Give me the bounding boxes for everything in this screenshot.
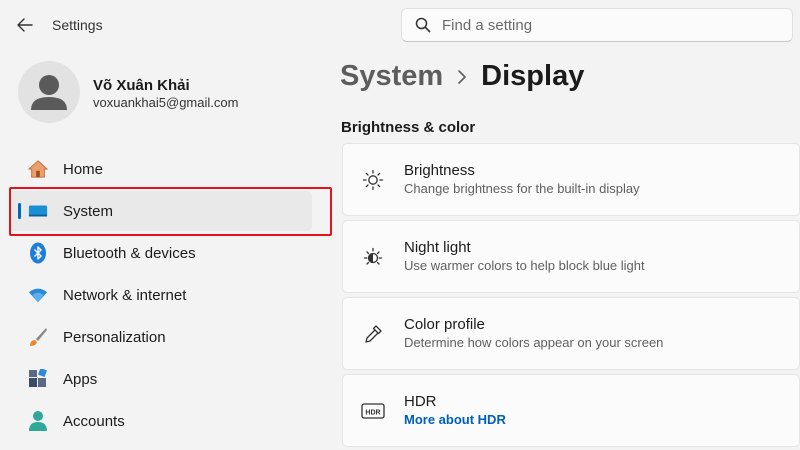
chevron-right-icon (457, 69, 467, 85)
color-profile-card[interactable]: Color profile Determine how colors appea… (342, 297, 800, 370)
app-title: Settings (52, 17, 103, 33)
sidebar-item-label: Home (63, 160, 104, 178)
page-title: Display (481, 60, 585, 92)
accounts-icon (28, 411, 48, 431)
sidebar-item-label: Bluetooth & devices (63, 244, 196, 262)
night-light-card[interactable]: Night light Use warmer colors to help bl… (342, 220, 800, 293)
apps-icon (28, 369, 48, 389)
sidebar-item-label: Apps (63, 370, 98, 388)
card-title: Brightness (404, 161, 475, 179)
title-bar: Settings (0, 0, 800, 52)
active-indicator (18, 203, 21, 219)
system-icon (28, 201, 48, 221)
sidebar-nav: Home System Bluetooth & devices Network … (10, 149, 312, 443)
back-arrow-icon (17, 18, 33, 32)
sidebar-item-label: System (63, 202, 114, 220)
sidebar-item-personalization[interactable]: Personalization (10, 317, 312, 357)
card-description: Determine how colors appear on your scre… (404, 334, 664, 350)
avatar[interactable] (18, 61, 80, 123)
more-about-hdr-link[interactable]: More about HDR (404, 411, 506, 429)
card-title: HDR (404, 392, 437, 410)
profile-email: voxuankhai5@gmail.com (93, 95, 239, 110)
profile-name: Võ Xuân Khải (93, 77, 190, 94)
sidebar-item-home[interactable]: Home (10, 149, 312, 189)
card-title: Color profile (404, 315, 485, 333)
card-description: Use warmer colors to help block blue lig… (404, 257, 645, 273)
breadcrumb-parent[interactable]: System (340, 60, 443, 93)
night-light-icon (361, 245, 385, 269)
card-title: Night light (404, 238, 471, 256)
search-box[interactable] (401, 8, 793, 42)
brightness-card[interactable]: Brightness Change brightness for the bui… (342, 143, 800, 216)
breadcrumb: System Display (340, 60, 584, 93)
svg-text:HDR: HDR (365, 409, 380, 416)
sidebar-item-label: Personalization (63, 328, 166, 346)
brush-icon (28, 327, 48, 347)
sun-icon (361, 168, 385, 192)
back-button[interactable] (14, 14, 36, 36)
sidebar-item-system[interactable]: System (10, 191, 312, 231)
card-description: Change brightness for the built-in displ… (404, 180, 640, 196)
section-title: Brightness & color (341, 119, 476, 136)
sidebar-item-apps[interactable]: Apps (10, 359, 312, 399)
home-icon (28, 159, 48, 179)
sidebar-item-label: Network & internet (63, 286, 187, 304)
sidebar-item-bluetooth[interactable]: Bluetooth & devices (10, 233, 312, 273)
search-input[interactable] (442, 16, 742, 34)
sidebar-item-accounts[interactable]: Accounts (10, 401, 312, 441)
hdr-card[interactable]: HDR HDR More about HDR (342, 374, 800, 447)
sidebar-item-label: Accounts (63, 412, 125, 430)
settings-cards: Brightness Change brightness for the bui… (342, 143, 800, 450)
sidebar-item-network[interactable]: Network & internet (10, 275, 312, 315)
wifi-icon (28, 285, 48, 305)
bluetooth-icon (28, 242, 48, 264)
eyedropper-icon (361, 322, 385, 346)
hdr-icon: HDR (361, 399, 385, 423)
search-icon (414, 16, 432, 34)
